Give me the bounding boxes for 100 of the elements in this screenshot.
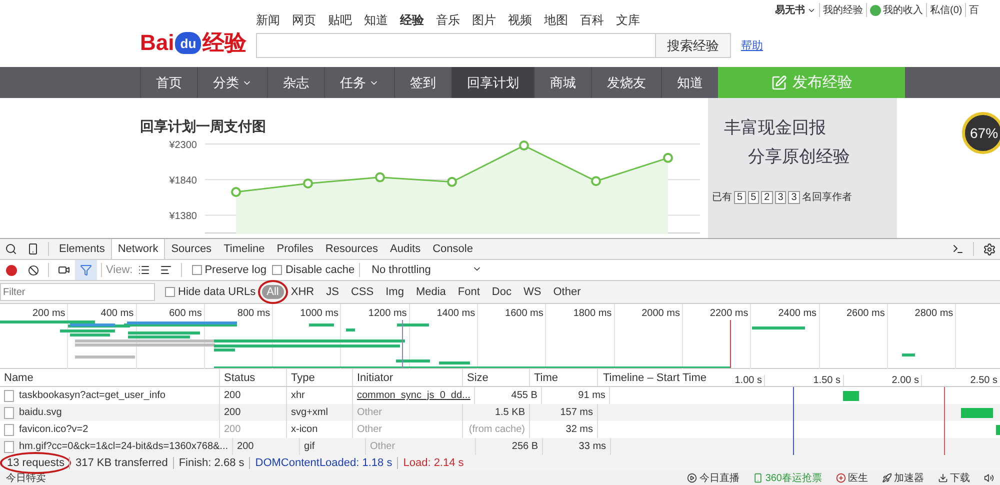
nav-link[interactable]: 新闻 <box>256 12 280 28</box>
column-header[interactable]: Timeline – Start Time <box>598 372 726 384</box>
user-link[interactable]: 易无书 <box>772 3 819 17</box>
column-header[interactable]: Time <box>530 369 598 386</box>
help-link[interactable]: 帮助 <box>741 38 763 53</box>
request-bar <box>346 328 355 332</box>
nav-link[interactable]: 文库 <box>616 12 640 28</box>
load-line <box>730 320 731 368</box>
user-link[interactable]: 我的经验 <box>819 3 866 17</box>
progress-badge: 67% <box>962 112 1000 154</box>
time-tick: 2600 ms <box>820 304 888 369</box>
column-header[interactable]: Status <box>220 369 287 386</box>
status-text: Finish: 2.68 s <box>172 457 250 469</box>
phone-icon <box>753 473 764 483</box>
taskbar-item[interactable]: 加速器 <box>882 471 924 485</box>
nav-link[interactable]: 百科 <box>580 12 604 28</box>
taskbar-item[interactable]: 医生 <box>836 471 868 485</box>
filter-type[interactable]: Img <box>380 285 409 299</box>
request-bar <box>902 354 915 356</box>
volume-icon <box>984 473 994 483</box>
request-bar <box>309 324 334 326</box>
search-field[interactable] <box>256 33 656 58</box>
file-icon <box>4 390 14 402</box>
count-digit: 3 <box>788 190 800 204</box>
taskbar-item[interactable]: 今日直播 <box>687 471 740 485</box>
chart-point <box>375 172 385 183</box>
devtools-tab[interactable]: Profiles <box>270 239 320 259</box>
devtools-tab[interactable]: Console <box>426 239 479 259</box>
time-tick: 1.00 s <box>726 375 765 386</box>
chart-point <box>447 177 457 188</box>
filter-type[interactable]: JS <box>321 285 344 299</box>
filter-type[interactable]: Media <box>410 285 451 299</box>
filter-type[interactable]: XHR <box>286 285 320 299</box>
throttling-select[interactable]: No throttling <box>372 264 482 276</box>
filter-type[interactable]: Doc <box>486 285 516 299</box>
devtools-tab[interactable]: Resources <box>319 239 384 259</box>
nav-link[interactable]: 图片 <box>472 12 496 28</box>
filter-type[interactable]: CSS <box>346 285 379 299</box>
nav-link[interactable]: 地图 <box>544 12 568 28</box>
edit-icon <box>770 74 786 91</box>
preserve-log-checkbox[interactable]: Preserve log <box>192 264 266 276</box>
request-bar <box>75 356 135 358</box>
count-digit: 5 <box>748 190 760 204</box>
axis-label: ¥2300 <box>169 140 197 152</box>
user-link[interactable]: 我的收入 <box>866 3 926 17</box>
column-header[interactable]: Size <box>463 369 530 386</box>
devtools-tab[interactable]: Elements <box>53 239 111 259</box>
nav-item[interactable]: 发烧友 <box>591 67 661 98</box>
dom-loaded-line <box>402 320 403 368</box>
nav-item[interactable]: 首页 <box>140 67 197 98</box>
disable-cache-checkbox[interactable]: Disable cache <box>272 264 355 276</box>
banner-text: 分享原创经验 <box>748 146 851 168</box>
nav-link[interactable]: 贴吧 <box>328 12 352 28</box>
filter-type[interactable]: Other <box>548 285 586 299</box>
timing-bar <box>996 425 1000 435</box>
nav-link[interactable]: 网页 <box>292 12 316 28</box>
baidu-logo[interactable]: Bai du 经验 <box>140 28 250 58</box>
user-link[interactable]: 私信(0) <box>926 3 966 17</box>
nav-link[interactable]: 知道 <box>364 12 388 28</box>
request-bar <box>396 360 430 362</box>
nav-item[interactable]: 任务 <box>324 67 394 98</box>
user-link[interactable]: 百 <box>965 3 982 17</box>
devtools-tab[interactable]: Network <box>110 239 166 259</box>
file-icon <box>4 440 14 452</box>
devtools-tab[interactable]: Audits <box>384 239 427 259</box>
column-header[interactable]: Initiator <box>353 369 463 386</box>
chart-point <box>519 140 529 151</box>
nav-link[interactable]: 经验 <box>400 12 424 28</box>
taskbar-item[interactable]: 下载 <box>938 471 970 485</box>
nav-item[interactable]: 回享计划 <box>451 67 534 98</box>
filter-type[interactable]: Font <box>452 285 485 299</box>
search-button[interactable]: 搜索经验 <box>656 33 731 58</box>
dom-loaded-line <box>793 387 794 455</box>
chart-point <box>231 187 241 198</box>
nav-item[interactable]: 分类 <box>197 67 267 98</box>
coin-icon <box>870 4 881 16</box>
nav-item[interactable]: 商城 <box>534 67 591 98</box>
nav-link[interactable]: 视频 <box>508 12 532 28</box>
hide-data-urls-checkbox[interactable]: Hide data URLs <box>165 286 256 298</box>
status-text: DOMContentLoaded: 1.18 s <box>249 457 398 469</box>
devtools-tab[interactable]: Timeline <box>218 239 271 259</box>
status-text: 317 KB transferred <box>69 457 173 469</box>
column-header[interactable]: Type <box>287 369 353 386</box>
status-text: Load: 2.14 s <box>397 457 469 469</box>
count-digit: 3 <box>774 190 786 204</box>
nav-item[interactable]: 杂志 <box>267 67 324 98</box>
filter-field[interactable]: Filter <box>0 283 155 301</box>
time-tick: 1.50 s <box>765 375 844 386</box>
devtools-tab[interactable]: Sources <box>165 239 218 259</box>
taskbar-item[interactable]: 今日特卖 <box>6 471 46 485</box>
time-tick: 2.00 s <box>844 375 922 386</box>
nav-link[interactable]: 音乐 <box>436 12 460 28</box>
count-label: 已有 <box>712 191 732 204</box>
banner-text: 丰富现金回报 <box>724 117 827 140</box>
request-bar <box>397 324 429 326</box>
time-tick: 2.50 s <box>922 375 1000 386</box>
count-digit: 5 <box>734 190 746 204</box>
medical-icon <box>836 473 846 483</box>
column-header[interactable]: Name <box>0 369 220 386</box>
filter-type[interactable]: WS <box>518 285 546 299</box>
